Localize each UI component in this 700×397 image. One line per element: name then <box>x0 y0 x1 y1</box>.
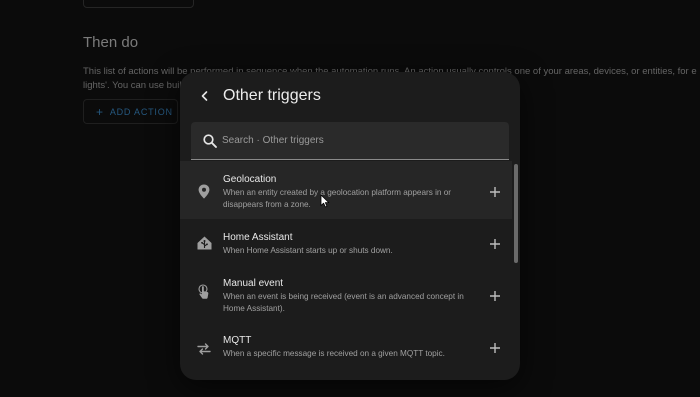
screen: Then do This list of actions will be per… <box>0 0 700 397</box>
add-icon[interactable] <box>488 185 502 199</box>
item-title: MQTT <box>223 335 252 346</box>
list-item-geolocation[interactable]: Geolocation When an entity created by a … <box>180 161 512 219</box>
dialog-title: Other triggers <box>223 87 321 104</box>
trigger-list: Geolocation When an entity created by a … <box>180 161 520 380</box>
search-input[interactable] <box>222 122 502 159</box>
search-field[interactable] <box>191 122 509 160</box>
search-icon <box>203 134 217 148</box>
item-description: When Home Assistant starts up or shuts d… <box>223 246 393 255</box>
list-item-home-assistant[interactable]: Home Assistant When Home Assistant start… <box>180 219 512 265</box>
other-triggers-dialog: Other triggers Geolocation When an entit… <box>180 72 520 380</box>
dialog-header: Other triggers <box>180 72 520 120</box>
chevron-left-icon <box>201 91 208 101</box>
item-title: Home Assistant <box>223 232 293 243</box>
add-icon[interactable] <box>488 237 502 251</box>
item-description: When an entity created by a geolocation … <box>223 188 452 209</box>
swap-horizontal-icon <box>196 341 212 357</box>
list-item-manual-event[interactable]: Manual event When an event is being rece… <box>180 265 512 323</box>
gesture-tap-icon <box>196 284 212 300</box>
add-icon[interactable] <box>488 289 502 303</box>
back-button[interactable] <box>194 84 216 108</box>
mouse-cursor-icon <box>320 194 330 208</box>
list-item-mqtt[interactable]: MQTT When a specific message is received… <box>180 323 512 373</box>
add-icon[interactable] <box>488 341 502 355</box>
item-title: Manual event <box>223 278 284 289</box>
home-assistant-icon <box>196 235 212 251</box>
scrollbar-thumb[interactable] <box>514 164 518 263</box>
item-description: When an event is being received (event i… <box>223 292 464 313</box>
item-description: When a specific message is received on a… <box>223 349 445 358</box>
map-marker-icon <box>196 183 212 199</box>
item-title: Geolocation <box>223 174 277 185</box>
